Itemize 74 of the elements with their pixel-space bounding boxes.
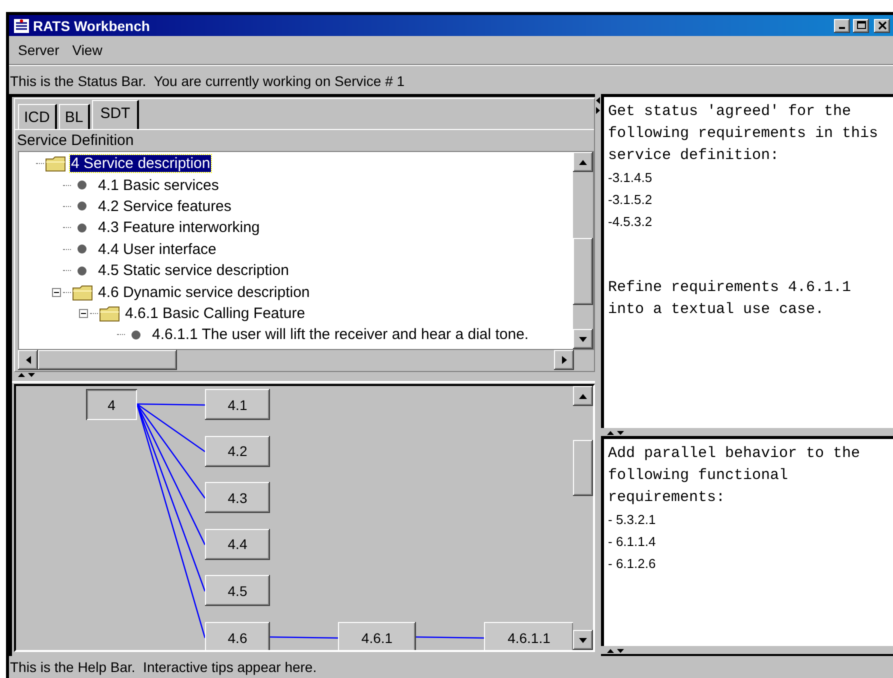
requirement-id: - 5.3.2.1 <box>608 511 656 529</box>
splitter-arrows-icon[interactable] <box>607 648 624 654</box>
requirement-id: -4.5.3.2 <box>608 213 652 231</box>
close-button[interactable] <box>874 18 890 32</box>
up-arrow-icon <box>578 158 588 166</box>
window-title: RATS Workbench <box>33 18 151 34</box>
requirement-id: -3.1.4.5 <box>608 169 652 187</box>
connector-line <box>416 636 484 639</box>
status-text: This is the Status Bar. You are currently working on Service # 1 <box>10 73 405 89</box>
graph-node[interactable]: 4 <box>86 389 137 420</box>
folder-icon <box>98 304 120 322</box>
scroll-down-button[interactable] <box>573 630 593 650</box>
close-icon <box>878 21 886 30</box>
graph-node[interactable]: 4.1 <box>205 389 270 420</box>
bullet-icon <box>131 330 141 340</box>
tab[interactable]: ICD <box>18 104 57 129</box>
tree-item[interactable]: 4.5 Static service description <box>97 262 290 280</box>
tree-item[interactable]: 4.4 User interface <box>97 240 218 258</box>
requirement-id: - 6.1.1.4 <box>608 533 656 551</box>
connector-line <box>270 636 338 639</box>
collapse-toggle-icon[interactable] <box>78 308 88 318</box>
tab[interactable]: BL <box>58 104 90 129</box>
minimize-button[interactable] <box>834 18 850 32</box>
graph-node[interactable]: 4.5 <box>205 575 270 606</box>
folder-icon <box>72 284 92 301</box>
bullet-icon <box>77 244 87 254</box>
collapse-toggle-icon[interactable] <box>52 288 60 297</box>
help-text: This is the Help Bar. Interactive tips appear here. <box>10 659 317 675</box>
bullet-icon <box>77 180 87 190</box>
scrollbar-thumb[interactable] <box>38 350 178 370</box>
scroll-left-button[interactable] <box>18 350 38 370</box>
app-icon <box>13 18 30 34</box>
graph-node[interactable]: 4.3 <box>205 482 270 514</box>
folder-icon <box>44 155 66 172</box>
menu-item[interactable]: Server <box>12 42 66 58</box>
graph-node[interactable]: 4.4 <box>205 528 270 560</box>
task-text: Refine requirements 4.6.1.1 into a textual use case. <box>608 278 852 320</box>
bullet-icon <box>77 201 87 212</box>
graph-node[interactable]: 4.6.1.1 <box>484 622 573 650</box>
splitter-arrows-icon[interactable] <box>18 372 35 378</box>
tree-item[interactable]: 4.6 Dynamic service description <box>97 284 311 301</box>
down-arrow-icon <box>578 336 588 342</box>
scroll-down-button[interactable] <box>573 329 593 349</box>
tree-item[interactable]: 4 Service description <box>70 155 212 172</box>
tab[interactable]: SDT <box>92 100 140 129</box>
bullet-icon <box>77 222 87 233</box>
task-text: Get status 'agreed' for the following requirements in this service definition: <box>608 102 880 166</box>
tree-item[interactable]: 4.6.1.1 The user will lift the receiver and hear a dial tone. <box>151 326 530 344</box>
bullet-icon <box>77 266 87 276</box>
up-arrow-icon <box>578 392 588 400</box>
left-arrow-icon <box>24 355 32 365</box>
splitter-arrows-icon[interactable] <box>595 97 601 114</box>
tree-item[interactable]: 4.2 Service features <box>97 198 232 215</box>
graph-node[interactable]: 4.6 <box>205 622 270 650</box>
maximize-icon <box>856 21 866 30</box>
panel-header: Service Definition <box>15 129 594 151</box>
task-text: Add parallel behavior to the following functional requirements: <box>608 444 862 508</box>
splitter-arrows-icon[interactable] <box>607 430 624 436</box>
down-arrow-icon <box>578 636 588 644</box>
graph-node[interactable]: 4.2 <box>205 436 270 467</box>
scrollbar-thumb[interactable] <box>573 238 593 306</box>
scrollbar-thumb[interactable] <box>573 440 593 496</box>
scroll-right-button[interactable] <box>554 350 574 370</box>
tree-item[interactable]: 4.1 Basic services <box>97 176 220 194</box>
menu-item[interactable]: View <box>66 42 110 58</box>
scroll-up-button[interactable] <box>573 152 593 172</box>
requirement-id: - 6.1.2.6 <box>608 555 656 573</box>
requirement-id: -3.1.5.2 <box>608 191 652 209</box>
tree-item[interactable]: 4.3 Feature interworking <box>97 219 261 236</box>
tree-item[interactable]: 4.6.1 Basic Calling Feature <box>124 304 306 322</box>
maximize-button[interactable] <box>853 18 869 32</box>
graph-node[interactable]: 4.6.1 <box>338 622 416 650</box>
right-arrow-icon <box>560 355 568 365</box>
scroll-up-button[interactable] <box>573 386 593 406</box>
